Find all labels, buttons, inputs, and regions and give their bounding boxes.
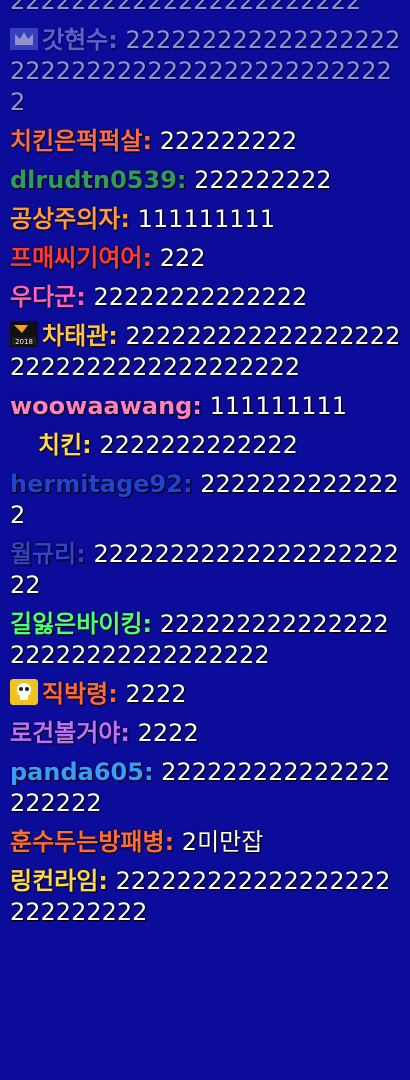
chat-colon: : (82, 431, 92, 459)
chat-message: 훈수두는방패병: 2미만잡 (10, 827, 404, 858)
year-2018-badge-icon: 2018 (10, 321, 38, 347)
svg-text:2018: 2018 (15, 338, 33, 346)
chat-username[interactable]: 치킨은퍽퍽살 (10, 127, 142, 155)
chat-overlay: { "messages": [ {"nick": "", "colon": ""… (0, 0, 410, 1080)
chat-message: hermitage92: 22222222222222 (10, 469, 404, 531)
chat-message: 공상주의자: 111111111 (10, 204, 404, 235)
chat-colon: : (142, 610, 153, 638)
chat-message-text: 222 (152, 244, 206, 272)
chat-message-list: 22222222222222222222222 갓현수: 222222222222… (10, 0, 404, 936)
chat-colon: : (142, 244, 153, 272)
chat-message: 치킨은퍽퍽살: 222222222 (10, 126, 404, 157)
chat-colon: : (108, 680, 118, 708)
chat-username[interactable]: 치킨 (38, 431, 82, 459)
chat-username[interactable]: woowaawang (10, 392, 192, 420)
chat-message: 직박령: 2222 (10, 679, 404, 710)
chat-message-text: 2222 (117, 680, 187, 708)
chat-message-text: 2222 (130, 719, 199, 747)
chat-colon: : (164, 828, 175, 856)
chat-message: 프매씨기여어: 222 (10, 243, 404, 274)
chat-username[interactable]: 우다군 (10, 283, 76, 311)
chat-username[interactable]: 직박령 (42, 680, 108, 708)
chat-colon: : (182, 470, 193, 498)
chat-message-text: 22222222222222 (85, 283, 308, 311)
chat-colon: : (108, 322, 118, 350)
chat-message-text: 111111111 (130, 205, 276, 233)
crown-icon (10, 25, 38, 51)
chat-colon: : (108, 26, 118, 54)
chat-message-text: 222222222 (152, 127, 298, 155)
chat-colon: : (76, 283, 86, 311)
chat-username[interactable]: 프매씨기여어 (10, 244, 142, 272)
chat-colon: : (142, 127, 153, 155)
chat-colon: : (120, 719, 131, 747)
chat-message-text: 111111111 (201, 392, 348, 420)
chat-message: 로건볼거야: 2222 (10, 718, 404, 749)
chat-colon: : (98, 867, 108, 895)
chat-username[interactable]: 공상주의자 (10, 205, 120, 233)
chat-username[interactable]: 링컨라임 (10, 867, 98, 895)
chat-message: 22222222222222222222222 (10, 0, 404, 17)
chat-username[interactable]: 길잃은바이킹 (10, 610, 142, 638)
chat-username[interactable]: hermitage92 (10, 470, 183, 498)
chat-message: 월규리: 2222222222222222222222 (10, 539, 404, 601)
chat-message: panda605: 222222222222222222222 (10, 757, 404, 819)
chat-colon: : (143, 758, 154, 786)
chat-username[interactable]: 갓현수 (42, 26, 108, 54)
chat-message: 2018 차태관: 2222222222222222222222222222222… (10, 321, 404, 383)
chat-username[interactable]: 차태관 (42, 322, 108, 350)
chat-message: 우다군: 22222222222222 (10, 282, 404, 313)
chat-username[interactable]: dlrudtn0539 (10, 166, 177, 194)
chat-message: 갓현수: 22222222222222222222222222222222222… (10, 25, 404, 118)
chat-message-text: 2222222222222 (91, 431, 298, 459)
chat-username[interactable]: 훈수두는방패병 (10, 828, 165, 856)
chat-username[interactable]: 월규리 (10, 540, 76, 568)
chat-message-text: 222222222 (186, 166, 332, 194)
chat-message: 링컨라임: 222222222222222222222222222 (10, 866, 404, 928)
chat-message: woowaawang: 111111111 (10, 391, 404, 422)
chat-colon: : (120, 205, 131, 233)
chat-message: dlrudtn0539: 222222222 (10, 165, 404, 196)
chat-username[interactable]: panda605 (10, 758, 144, 786)
chat-message-text: 2미만잡 (174, 828, 264, 856)
chat-message: 치킨: 2222222222222 (10, 430, 404, 461)
chat-username[interactable]: 로건볼거야 (10, 719, 120, 747)
chat-message: 길잃은바이킹: 22222222222222222222222222222222 (10, 609, 404, 671)
chat-colon: : (192, 392, 202, 420)
skull-badge-icon (10, 679, 38, 705)
chat-colon: : (76, 540, 86, 568)
chat-message-text: 22222222222222222222222 (10, 0, 362, 15)
